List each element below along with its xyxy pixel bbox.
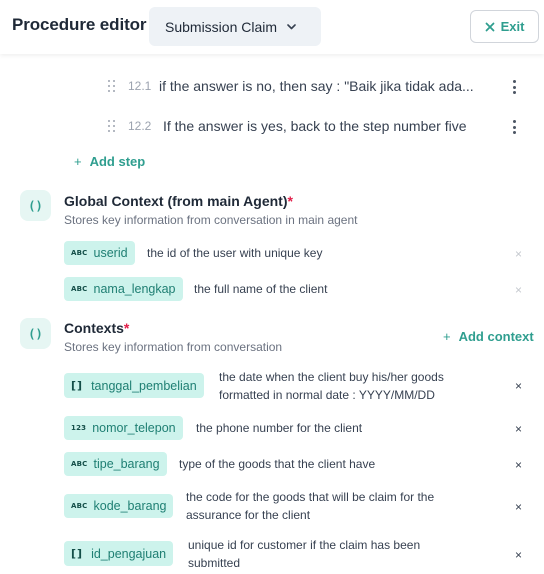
variable-name: nomor_telepon <box>92 421 176 435</box>
variable-name: userid <box>93 246 128 260</box>
list-type-icon: [] <box>71 379 84 392</box>
page-title: Procedure editor <box>12 15 147 34</box>
text-type-icon: ABC <box>71 285 88 293</box>
chevron-down-icon <box>287 22 296 33</box>
exit-label: Exit <box>500 19 525 34</box>
variable-description: the code for the goods that will be clai… <box>186 488 434 524</box>
step-number: 12.2 <box>128 119 152 133</box>
variable-description-line: the date when the client buy his/her goo… <box>219 370 444 384</box>
contexts-title-text: Contexts <box>64 320 124 336</box>
close-icon[interactable]: × <box>515 501 522 513</box>
variable-description-line: formatted in normal date : YYYY/MM/DD <box>219 388 435 402</box>
contexts-title: Contexts* <box>64 320 129 336</box>
close-icon: × <box>515 283 523 297</box>
variable-chip[interactable]: [] tanggal_pembelian <box>64 373 204 398</box>
add-step-button[interactable]: + Add step <box>74 154 145 169</box>
text-type-icon: ABC <box>71 502 88 510</box>
plus-icon: + <box>443 329 451 344</box>
close-icon[interactable]: × <box>515 549 522 561</box>
text-type-icon: ABC <box>71 460 88 468</box>
variable-chip[interactable]: ABC userid <box>64 241 135 265</box>
kebab-menu-icon[interactable] <box>513 79 517 95</box>
procedure-select[interactable]: Submission Claim <box>149 7 321 46</box>
global-context-title-text: Global Context (from main Agent) <box>64 193 288 209</box>
step-row[interactable]: 12.2 If the answer is yes, back to the s… <box>0 108 544 146</box>
contexts-subtitle: Stores key information from conversation <box>64 340 283 354</box>
drag-handle-icon[interactable] <box>107 119 117 135</box>
close-icon: × <box>515 247 523 261</box>
global-context-subtitle: Stores key information from conversation… <box>64 213 358 227</box>
add-context-label: Add context <box>458 329 534 344</box>
close-icon <box>485 19 495 35</box>
editor-header: Procedure editor Submission Claim Exit <box>0 0 544 54</box>
braces-icon: () <box>20 190 51 221</box>
plus-icon: + <box>74 154 82 169</box>
variable-chip[interactable]: ABC nama_lengkap <box>64 277 183 301</box>
step-text[interactable]: If the answer is yes, back to the step n… <box>163 118 498 134</box>
exit-button[interactable]: Exit <box>470 10 539 43</box>
variable-name: tipe_barang <box>93 457 160 471</box>
variable-description: the full name of the client <box>194 282 328 296</box>
variable-chip[interactable]: [] id_pengajuan <box>64 541 174 566</box>
braces-icon: () <box>20 318 51 349</box>
variable-chip[interactable]: ABC kode_barang <box>64 494 174 518</box>
step-number: 12.1 <box>128 79 152 93</box>
variable-description: the phone number for the client <box>196 421 363 435</box>
number-type-icon: 123 <box>71 424 87 432</box>
variable-description-line: unique id for customer if the claim has … <box>188 538 421 552</box>
variable-chip[interactable]: ABC tipe_barang <box>64 452 167 476</box>
required-mark: * <box>287 193 293 209</box>
variable-description-line: the code for the goods that will be clai… <box>186 490 435 504</box>
close-icon[interactable]: × <box>515 423 522 435</box>
kebab-menu-icon[interactable] <box>513 119 517 135</box>
variable-description: the date when the client buy his/her goo… <box>219 368 444 404</box>
add-step-label: Add step <box>89 154 146 169</box>
close-icon[interactable]: × <box>515 459 522 471</box>
variable-description-line: assurance for the client <box>186 508 311 522</box>
global-context-title: Global Context (from main Agent)* <box>64 193 293 209</box>
step-text[interactable]: if the answer is no, then say : "Baik ji… <box>159 78 496 94</box>
step-row[interactable]: 12.1 if the answer is no, then say : "Ba… <box>0 68 544 106</box>
list-type-icon: [] <box>71 547 84 560</box>
text-type-icon: ABC <box>71 249 88 257</box>
required-mark: * <box>123 320 130 336</box>
variable-description: the id of the user with unique key <box>147 246 323 260</box>
variable-name: kode_barang <box>93 499 167 513</box>
variable-name: tanggal_pembelian <box>91 378 197 393</box>
drag-handle-icon[interactable] <box>107 79 117 95</box>
procedure-select-value: Submission Claim <box>165 18 278 35</box>
variable-chip[interactable]: 123 nomor_telepon <box>64 416 183 440</box>
variable-description: unique id for customer if the claim has … <box>188 536 420 572</box>
variable-name: nama_lengkap <box>93 282 176 296</box>
variable-description: type of the goods that the client have <box>179 457 376 471</box>
variable-name: id_pengajuan <box>91 546 167 561</box>
variable-description-line: submitted <box>188 556 241 570</box>
close-icon[interactable]: × <box>515 380 522 392</box>
add-context-button[interactable]: + Add context <box>443 329 534 344</box>
